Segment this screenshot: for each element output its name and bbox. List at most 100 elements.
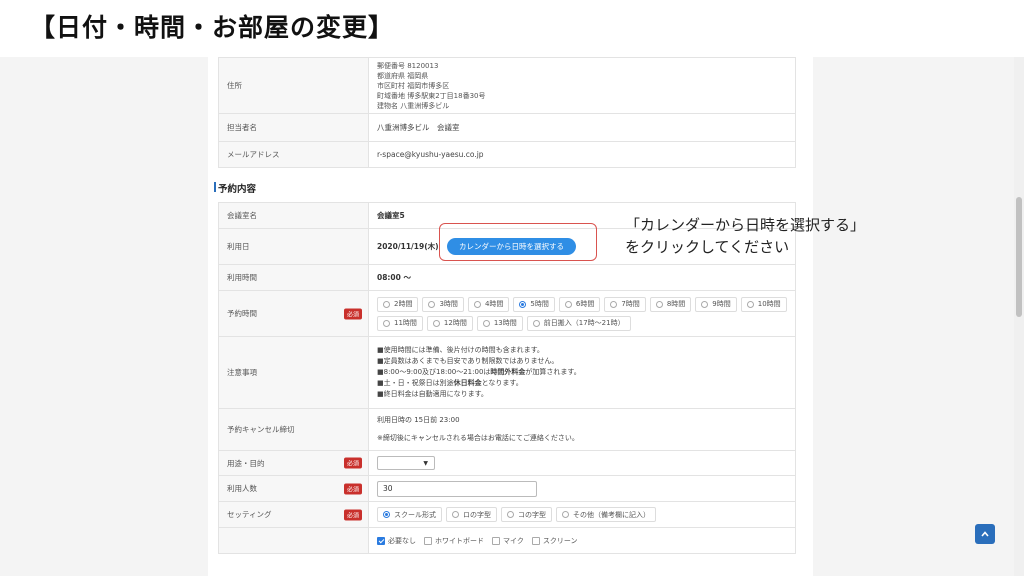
setting-label-cell: セッティング 必須 <box>218 501 369 528</box>
duration-option-label: 3時間 <box>439 300 458 308</box>
setting-option-label: スクール形式 <box>394 510 436 519</box>
cancel-note: ※締切後にキャンセルされる場合はお電話にてご連絡ください。 <box>377 434 579 442</box>
duration-options: 2時間 3時間 4時間 5時間 6時間 7時間 8時間 9時間 10時間 11時… <box>368 290 796 337</box>
duration-option[interactable]: 8時間 <box>649 296 692 312</box>
equipment-checkbox[interactable]: マイク <box>492 533 528 548</box>
equipment-option-label: ホワイトボード <box>435 536 484 545</box>
duration-option[interactable]: 11時間 <box>377 315 423 331</box>
section-marker <box>214 182 216 192</box>
people-label: 利用人数 <box>227 484 257 493</box>
time-value: 08:00 ～ <box>368 264 796 291</box>
radio-icon <box>532 319 540 327</box>
address-line: 市区町村 福岡市博多区 <box>377 81 450 90</box>
duration-option[interactable]: 6時間 <box>558 296 601 312</box>
duration-option-label: 4時間 <box>484 300 504 308</box>
radio-selected-icon <box>519 300 527 308</box>
duration-option[interactable]: 12時間 <box>426 315 473 331</box>
checkbox-icon <box>424 536 432 545</box>
duration-option[interactable]: 7時間 <box>604 296 646 312</box>
scrollbar[interactable] <box>1014 57 1024 576</box>
instruction-callout: 「カレンダーから日時を選択する」 をクリックしてください <box>625 214 865 258</box>
duration-label: 予約時間 <box>227 309 257 318</box>
notes-value: ■使用時間には準備、後片付けの時間も含まれます。 ■定員数はあくまでも目安であり… <box>368 336 796 409</box>
setting-option-label: その他（備考欄に記入） <box>573 510 650 519</box>
checkbox-icon <box>492 536 500 545</box>
address-line: 郵便番号 8120013 <box>377 61 439 70</box>
cancel-value-cell: 利用日時の 15日前 23:00 ※締切後にキャンセルされる場合はお電話にてご連… <box>368 408 796 451</box>
duration-option[interactable]: 前日搬入（17時～21時） <box>526 315 631 331</box>
setting-option[interactable]: その他（備考欄に記入） <box>556 507 656 522</box>
chevron-up-icon <box>981 531 989 537</box>
equipment-option-label: 必要なし <box>388 536 416 545</box>
duration-option[interactable]: 4時間 <box>467 296 510 312</box>
duration-option-label: 5時間 <box>530 300 549 308</box>
duration-option-label: 前日搬入（17時～21時） <box>543 319 625 327</box>
duration-option[interactable]: 9時間 <box>695 296 737 312</box>
duration-option-label: 9時間 <box>712 300 731 308</box>
people-input[interactable]: 30 <box>377 480 537 497</box>
room-label: 会議室名 <box>218 202 369 229</box>
slide-title: 【日付・時間・お部屋の変更】 <box>30 13 395 42</box>
duration-label-cell: 予約時間 必須 <box>218 290 369 337</box>
required-badge: 必須 <box>343 457 362 469</box>
instruction-line: 「カレンダーから日時を選択する」 <box>625 216 866 234</box>
equipment-option-label: スクリーン <box>542 536 578 545</box>
address-line: 建物名 八重洲博多ビル <box>377 101 450 110</box>
scrollbar-thumb[interactable] <box>1016 197 1022 317</box>
instruction-line: をクリックしてください <box>625 238 790 256</box>
duration-option-label: 11時間 <box>394 319 417 327</box>
checkbox-icon <box>531 536 540 545</box>
notes-label: 注意事項 <box>218 336 369 409</box>
radio-selected-icon <box>383 511 390 518</box>
radio-icon <box>482 319 490 327</box>
note-line: ■使用時間には準備、後片付けの時間も含まれます。 <box>377 346 544 354</box>
scroll-top-button[interactable] <box>975 524 995 544</box>
radio-icon <box>473 300 481 308</box>
equipment-option-label: マイク <box>503 536 524 545</box>
radio-icon <box>452 511 459 518</box>
purpose-label-cell: 用途・目的 必須 <box>218 450 369 476</box>
duration-option-selected[interactable]: 5時間 <box>513 296 555 312</box>
setting-option[interactable]: コの字型 <box>501 507 552 522</box>
contact-table: 住所 郵便番号 8120013 都道府県 福岡県 市区町村 福岡市博多区 町域番… <box>218 57 796 168</box>
duration-option[interactable]: 3時間 <box>422 296 464 312</box>
calendar-button-highlight <box>439 223 597 261</box>
address-label: 住所 <box>218 57 369 114</box>
equipment-checkbox[interactable]: ホワイトボード <box>424 533 488 548</box>
radio-icon <box>564 300 572 308</box>
note-line: ■終日料金は自動適用になります。 <box>377 390 488 398</box>
radio-icon <box>383 319 390 327</box>
address-value: 郵便番号 8120013 都道府県 福岡県 市区町村 福岡市博多区 町域番地 博… <box>368 57 796 114</box>
equipment-checkbox-checked[interactable]: 必要なし <box>377 533 420 548</box>
purpose-select[interactable]: ▼ <box>377 456 435 470</box>
cancel-value: 利用日時の 15日前 23:00 <box>377 416 460 424</box>
duration-option-label: 6時間 <box>575 300 595 308</box>
radio-icon <box>562 511 569 518</box>
note-line: ■8:00～9:00及び18:00～21:00は時間外料金が加算されます。 <box>377 368 581 376</box>
setting-option-selected[interactable]: スクール形式 <box>377 507 442 522</box>
setting-option-label: ロの字型 <box>463 510 491 519</box>
duration-option[interactable]: 13時間 <box>476 315 523 331</box>
radio-icon <box>701 300 709 308</box>
duration-option-label: 13時間 <box>493 319 517 327</box>
radio-icon <box>507 511 514 518</box>
purpose-cell: ▼ <box>368 450 796 476</box>
cancel-label: 予約キャンセル締切 <box>218 408 369 451</box>
duration-option[interactable]: 2時間 <box>377 296 419 312</box>
equipment-checkbox[interactable]: スクリーン <box>531 533 582 548</box>
radio-icon <box>428 300 436 308</box>
radio-icon <box>610 300 618 308</box>
note-line: ■土・日・祝祭日は別途休日料金となります。 <box>377 379 523 387</box>
address-line: 町域番地 博多駅東2丁目18番30号 <box>377 91 486 100</box>
setting-option[interactable]: ロの字型 <box>446 507 497 522</box>
duration-option[interactable]: 10時間 <box>740 296 787 312</box>
setting-label: セッティング <box>227 510 272 519</box>
purpose-label: 用途・目的 <box>227 458 265 468</box>
duration-option-label: 2時間 <box>394 300 413 308</box>
radio-icon <box>383 300 390 308</box>
required-badge: 必須 <box>343 308 362 319</box>
section-title: 予約内容 <box>218 184 257 195</box>
duration-option-label: 12時間 <box>443 319 467 327</box>
caret-down-icon: ▼ <box>423 459 428 467</box>
setting-options: スクール形式 ロの字型 コの字型 その他（備考欄に記入） <box>368 501 796 528</box>
